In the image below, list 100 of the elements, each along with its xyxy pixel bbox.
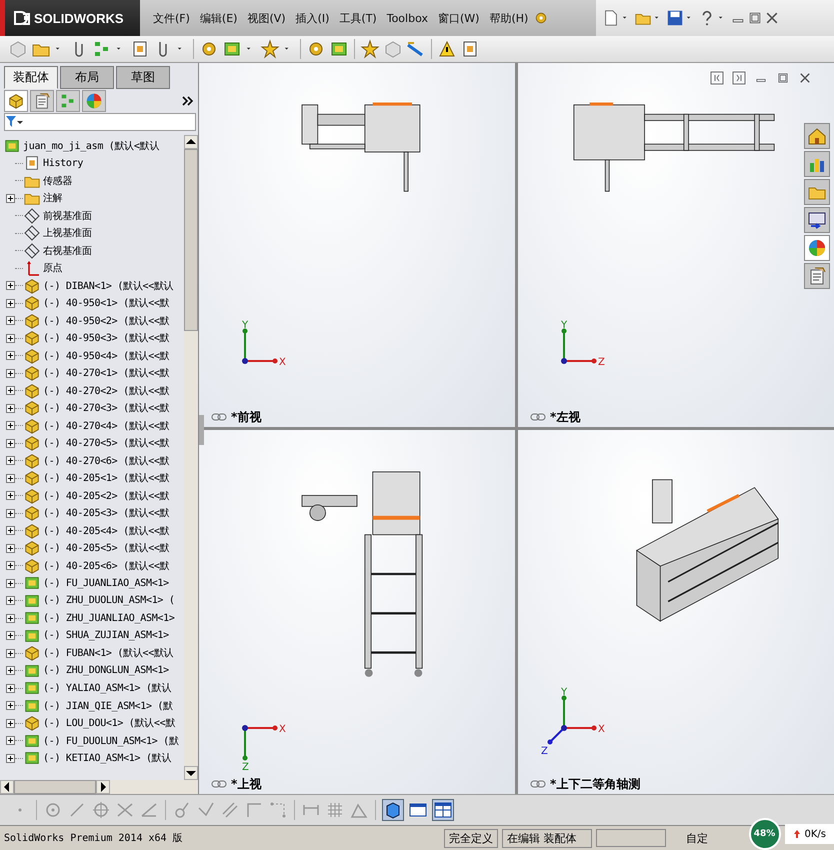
- expand-plus-icon[interactable]: [6, 334, 15, 343]
- expand-plus-icon[interactable]: [6, 684, 15, 693]
- filter-field[interactable]: [4, 113, 196, 131]
- expand-plus-icon[interactable]: [6, 544, 15, 553]
- restore-icon[interactable]: [747, 10, 763, 26]
- tree-item[interactable]: (-) ZHU_DONGLUN_ASM<1>: [43, 665, 169, 676]
- toolbar-warning-icon[interactable]: [437, 39, 457, 59]
- appearance-tab-icon[interactable]: [82, 90, 106, 112]
- tree-item[interactable]: (-) FUBAN<1> (默认<<默认: [43, 646, 174, 660]
- restore-icon[interactable]: [776, 71, 790, 85]
- menu-item[interactable]: 帮助(H): [484, 10, 534, 26]
- property-tab-icon[interactable]: [30, 90, 54, 112]
- expand-plus-icon[interactable]: [6, 194, 15, 203]
- tree-item[interactable]: (-) 40-950<1> (默认<<默: [43, 296, 170, 310]
- close-icon[interactable]: [798, 71, 812, 85]
- tree-item[interactable]: 上视基准面: [43, 226, 92, 240]
- bar-chart-icon[interactable]: [804, 151, 830, 177]
- tree-item[interactable]: (-) SHUA_ZUJIAN_ASM<1>: [43, 630, 169, 642]
- expand-plus-icon[interactable]: [6, 508, 15, 518]
- expand-plus-icon[interactable]: [6, 526, 15, 536]
- tree-item[interactable]: (-) JIAN_QIE_ASM<1> (默: [43, 698, 173, 713]
- menu-item[interactable]: 工具(T): [334, 10, 382, 26]
- vertical-scrollbar[interactable]: [184, 135, 198, 780]
- menu-item[interactable]: 插入(I): [290, 10, 334, 26]
- shaded-view-button[interactable]: [382, 799, 404, 821]
- four-view-button[interactable]: [432, 799, 454, 821]
- tree-item[interactable]: (-) FU_JUANLIAO_ASM<1>: [43, 578, 169, 589]
- network-speed-widget[interactable]: 0K/s: [784, 824, 834, 844]
- tile-right-icon[interactable]: [732, 71, 746, 85]
- tree-item[interactable]: 原点: [43, 261, 62, 276]
- tree-item[interactable]: 右视基准面: [43, 244, 92, 258]
- expand-plus-icon[interactable]: [6, 316, 15, 326]
- tree-item[interactable]: (-) 40-205<1> (默认<<默: [43, 471, 170, 486]
- usage-gauge[interactable]: 48%: [748, 818, 780, 850]
- tree-item[interactable]: juan_mo_ji_asm (默认<默认: [23, 138, 160, 153]
- expand-plus-icon[interactable]: [6, 404, 15, 413]
- tree-item[interactable]: (-) 40-205<2> (默认<<默: [43, 488, 170, 503]
- tree-item[interactable]: (-) KETIAO_ASM<1> (默认: [43, 751, 172, 766]
- tree-item[interactable]: 前视基准面: [43, 208, 92, 223]
- home-icon[interactable]: [804, 123, 830, 149]
- appearance-icon[interactable]: [804, 235, 830, 261]
- expand-plus-icon[interactable]: [6, 386, 15, 396]
- expand-plus-icon[interactable]: [6, 701, 15, 710]
- double-chevron-icon[interactable]: [182, 96, 194, 106]
- tree-item[interactable]: (-) ZHU_DUOLUN_ASM<1> (: [43, 595, 175, 606]
- new-document-icon[interactable]: [602, 9, 620, 27]
- tree-item[interactable]: (-) ZHU_JUANLIAO_ASM<1>: [43, 612, 175, 624]
- expand-plus-icon[interactable]: [6, 281, 15, 290]
- expand-plus-icon[interactable]: [6, 456, 15, 466]
- view-palette-icon[interactable]: [804, 207, 830, 233]
- save-icon[interactable]: [666, 9, 684, 27]
- expand-plus-icon[interactable]: [6, 666, 15, 676]
- tree-item[interactable]: (-) YALIAO_ASM<1> (默认: [43, 681, 172, 696]
- tree-item[interactable]: (-) LOU_DOU<1> (默认<<默: [43, 716, 176, 730]
- feature-tree-tab-icon[interactable]: [4, 90, 28, 112]
- expand-plus-icon[interactable]: [6, 368, 15, 378]
- tree-item[interactable]: (-) 40-270<4> (默认<<默: [43, 418, 170, 433]
- expand-plus-icon[interactable]: [6, 648, 15, 658]
- expand-plus-icon[interactable]: [6, 474, 15, 483]
- link-icon[interactable]: [211, 412, 227, 422]
- expand-plus-icon[interactable]: [6, 421, 15, 430]
- menu-item[interactable]: 编辑(E): [194, 10, 242, 26]
- tree-item[interactable]: (-) 40-270<2> (默认<<默: [43, 384, 170, 398]
- scroll-thumb[interactable]: [14, 780, 96, 794]
- tree-item[interactable]: (-) 40-205<3> (默认<<默: [43, 506, 170, 520]
- menu-item[interactable]: 视图(V): [242, 10, 291, 26]
- menu-item[interactable]: Toolbox: [382, 12, 433, 24]
- tree-item[interactable]: (-) 40-950<2> (默认<<默: [43, 314, 170, 328]
- tree-item[interactable]: (-) 40-205<5> (默认<<默: [43, 541, 170, 556]
- expand-plus-icon[interactable]: [6, 596, 15, 606]
- tile-left-icon[interactable]: [710, 71, 724, 85]
- tree-item[interactable]: (-) 40-270<5> (默认<<默: [43, 436, 170, 450]
- dotted-corner-icon[interactable]: [268, 800, 288, 820]
- tree-item[interactable]: (-) 40-270<6> (默认<<默: [43, 454, 170, 468]
- tree-item[interactable]: 传感器: [43, 174, 72, 188]
- expand-plus-icon[interactable]: [6, 718, 15, 728]
- expand-plus-icon[interactable]: [6, 561, 15, 570]
- tree-item[interactable]: (-) 40-950<3> (默认<<默: [43, 331, 170, 346]
- expand-plus-icon[interactable]: [6, 578, 15, 588]
- tree-item[interactable]: (-) FU_DUOLUN_ASM<1> (默: [43, 734, 179, 748]
- panel-tab[interactable]: 草图: [116, 66, 170, 89]
- expand-plus-icon[interactable]: [6, 438, 15, 448]
- scroll-thumb[interactable]: [184, 149, 198, 331]
- link-icon[interactable]: [211, 779, 227, 789]
- menu-item[interactable]: 窗口(W): [432, 10, 484, 26]
- panel-tab[interactable]: 装配体: [4, 66, 58, 89]
- menu-item[interactable]: 文件(F): [148, 10, 195, 26]
- panel-collapse-handle[interactable]: [199, 415, 204, 445]
- tree-item[interactable]: (-) 40-950<4> (默认<<默: [43, 348, 170, 363]
- expand-plus-icon[interactable]: [6, 614, 15, 623]
- tree-item[interactable]: (-) 40-205<4> (默认<<默: [43, 524, 170, 538]
- tree-item[interactable]: (-) DIBAN<1> (默认<<默认: [43, 278, 174, 293]
- expand-plus-icon[interactable]: [6, 736, 15, 746]
- tree-item[interactable]: (-) 40-270<3> (默认<<默: [43, 401, 170, 416]
- tree-item[interactable]: (-) 40-205<6> (默认<<默: [43, 558, 170, 573]
- link-icon[interactable]: [530, 779, 546, 789]
- expand-plus-icon[interactable]: [6, 754, 15, 763]
- expand-plus-icon[interactable]: [6, 351, 15, 360]
- expand-plus-icon[interactable]: [6, 298, 15, 308]
- tree-item[interactable]: 注解: [43, 191, 62, 206]
